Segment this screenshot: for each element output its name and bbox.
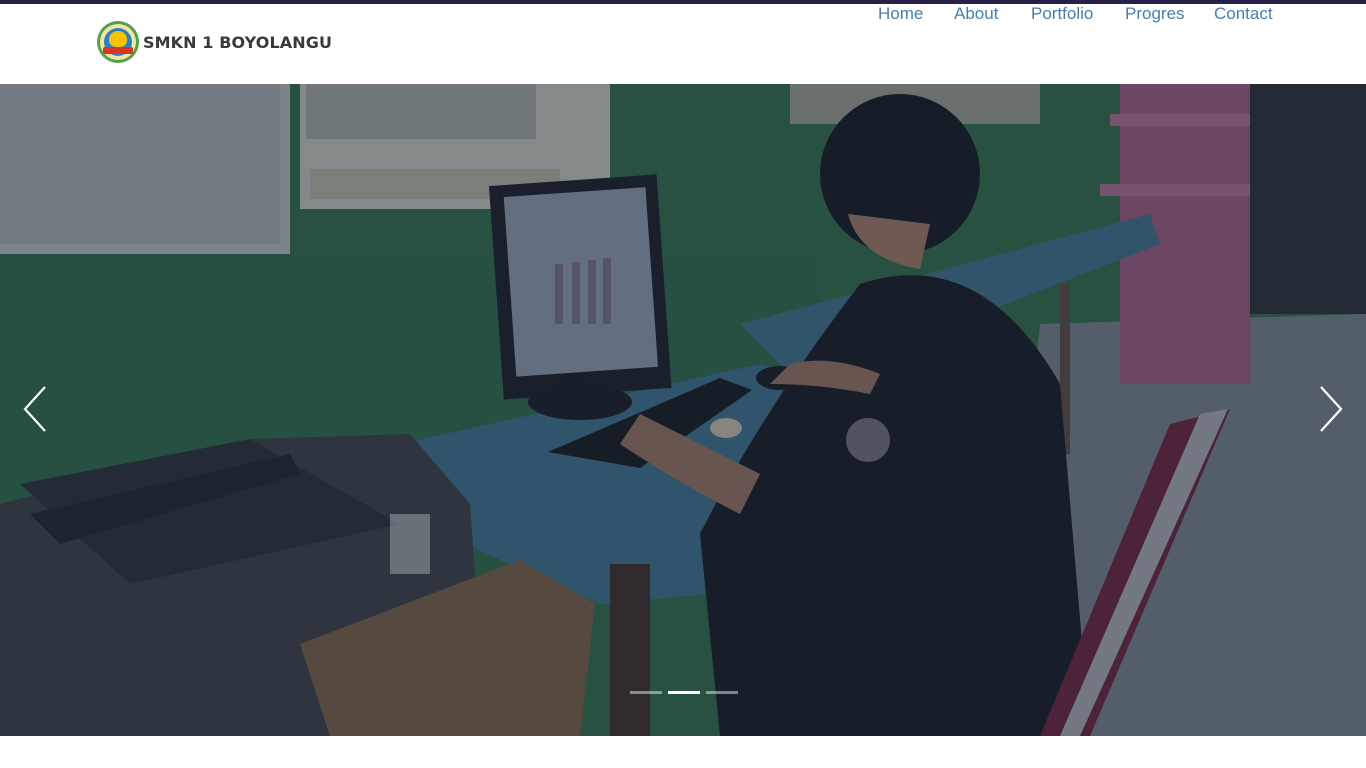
nav-link-about[interactable]: About	[954, 4, 998, 24]
hero-carousel[interactable]	[0, 84, 1366, 736]
carousel-slide-photo	[0, 84, 1366, 736]
brand-link[interactable]: SMKN 1 BOYOLANGU	[97, 21, 332, 63]
school-emblem-icon	[97, 21, 139, 63]
carousel-indicator-2[interactable]	[668, 691, 700, 694]
nav-link-portfolio[interactable]: Portfolio	[1031, 4, 1093, 24]
navbar: SMKN 1 BOYOLANGU Home About Portfolio Pr…	[0, 4, 1366, 84]
carousel-indicator-3[interactable]	[706, 691, 738, 694]
nav-link-contact[interactable]: Contact	[1214, 4, 1273, 24]
carousel-indicators	[630, 691, 738, 695]
chevron-left-icon	[23, 386, 46, 432]
carousel-indicator-1[interactable]	[630, 691, 662, 694]
nav-link-home[interactable]: Home	[878, 4, 923, 24]
page-content-below	[0, 736, 1366, 768]
nav-link-progres[interactable]: Progres	[1125, 4, 1185, 24]
chevron-right-icon	[1320, 386, 1343, 432]
brand-name: SMKN 1 BOYOLANGU	[143, 32, 333, 52]
carousel-prev-button[interactable]	[10, 374, 60, 444]
carousel-next-button[interactable]	[1306, 374, 1356, 444]
